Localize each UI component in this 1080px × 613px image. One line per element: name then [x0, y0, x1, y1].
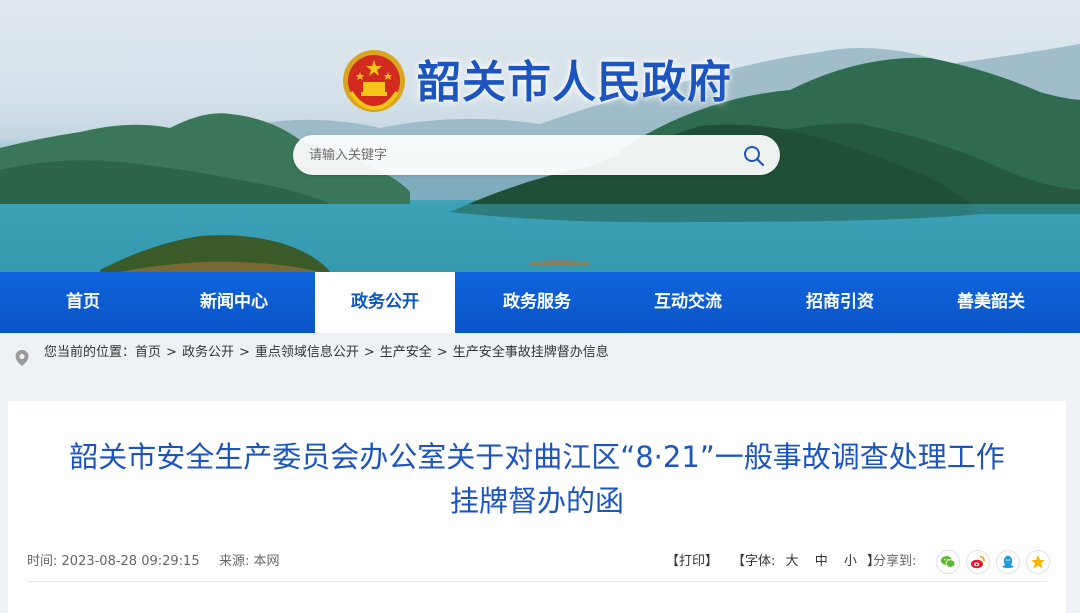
breadcrumb-key-areas[interactable]: 重点领域信息公开: [255, 345, 359, 360]
breadcrumb-prefix: 您当前的位置：: [44, 345, 136, 360]
nav-item-home[interactable]: 首页: [13, 272, 153, 333]
article-title-line2: 挂牌督办的函: [449, 484, 624, 518]
article-source: 来源: 本网: [219, 551, 280, 573]
nav-item-gov-services[interactable]: 政务服务: [467, 272, 607, 333]
qq-icon[interactable]: [996, 550, 1020, 574]
article-container: 韶关市安全生产委员会办公室关于对曲江区“8·21”一般事故调查处理工作 挂牌督办…: [8, 401, 1066, 613]
meta-divider: [27, 581, 1047, 582]
national-emblem-icon: [341, 48, 407, 114]
publish-time: 时间: 2023-08-28 09:29:15: [27, 551, 200, 573]
qzone-icon[interactable]: [1026, 550, 1050, 574]
font-medium-button[interactable]: 中: [815, 554, 828, 569]
search-input[interactable]: [309, 135, 729, 175]
breadcrumb-accident-supervision[interactable]: 生产安全事故挂牌督办信息: [453, 345, 609, 360]
breadcrumb-separator: >: [436, 345, 448, 360]
weibo-icon[interactable]: [966, 550, 990, 574]
breadcrumb-production-safety[interactable]: 生产安全: [380, 345, 432, 360]
article-meta: 时间: 2023-08-28 09:29:15 来源: 本网 【打印】 【字体:…: [27, 550, 1050, 574]
time-value: 2023-08-28 09:29:15: [61, 554, 200, 569]
search-icon[interactable]: [742, 144, 766, 168]
wechat-icon[interactable]: [936, 550, 960, 574]
breadcrumb: 您当前的位置：首页 > 政务公开 > 重点领域信息公开 > 生产安全 > 生产安全事故挂牌督办信…: [0, 333, 1080, 373]
font-size-control: 【字体: 大 中 小 】: [732, 551, 880, 573]
breadcrumb-home[interactable]: 首页: [135, 345, 161, 360]
nav-item-investment[interactable]: 招商引资: [770, 272, 910, 333]
header-banner: 韶关市人民政府: [0, 0, 1080, 272]
search-box: [293, 135, 780, 175]
font-small-button[interactable]: 小: [844, 554, 857, 569]
nav-item-shanmei[interactable]: 善美韶关: [921, 272, 1061, 333]
share-label: 分享到:: [873, 554, 917, 569]
site-title[interactable]: 韶关市人民政府: [417, 57, 732, 109]
font-size-label: 【字体:: [732, 554, 776, 569]
nav-item-interaction[interactable]: 互动交流: [618, 272, 758, 333]
breadcrumb-gov-affairs[interactable]: 政务公开: [182, 345, 234, 360]
source-value: 本网: [253, 554, 280, 569]
breadcrumb-separator: >: [238, 345, 250, 360]
breadcrumb-separator: >: [166, 345, 177, 360]
time-label: 时间:: [27, 554, 58, 569]
source-label: 来源:: [219, 554, 250, 569]
print-button[interactable]: 【打印】: [666, 551, 718, 573]
article-title-line1: 韶关市安全生产委员会办公室关于对曲江区“8·21”一般事故调查处理工作: [69, 440, 1005, 474]
location-pin-icon: [14, 344, 30, 366]
nav-item-news[interactable]: 新闻中心: [164, 272, 304, 333]
font-large-button[interactable]: 大: [786, 554, 799, 569]
breadcrumb-separator: >: [363, 345, 375, 360]
nav-item-gov-affairs[interactable]: 政务公开: [315, 272, 455, 333]
article-title: 韶关市安全生产委员会办公室关于对曲江区“8·21”一般事故调查处理工作 挂牌督办…: [32, 435, 1042, 523]
main-nav: 首页 新闻中心 政务公开 政务服务 互动交流 招商引资 善美韶关: [0, 272, 1080, 333]
